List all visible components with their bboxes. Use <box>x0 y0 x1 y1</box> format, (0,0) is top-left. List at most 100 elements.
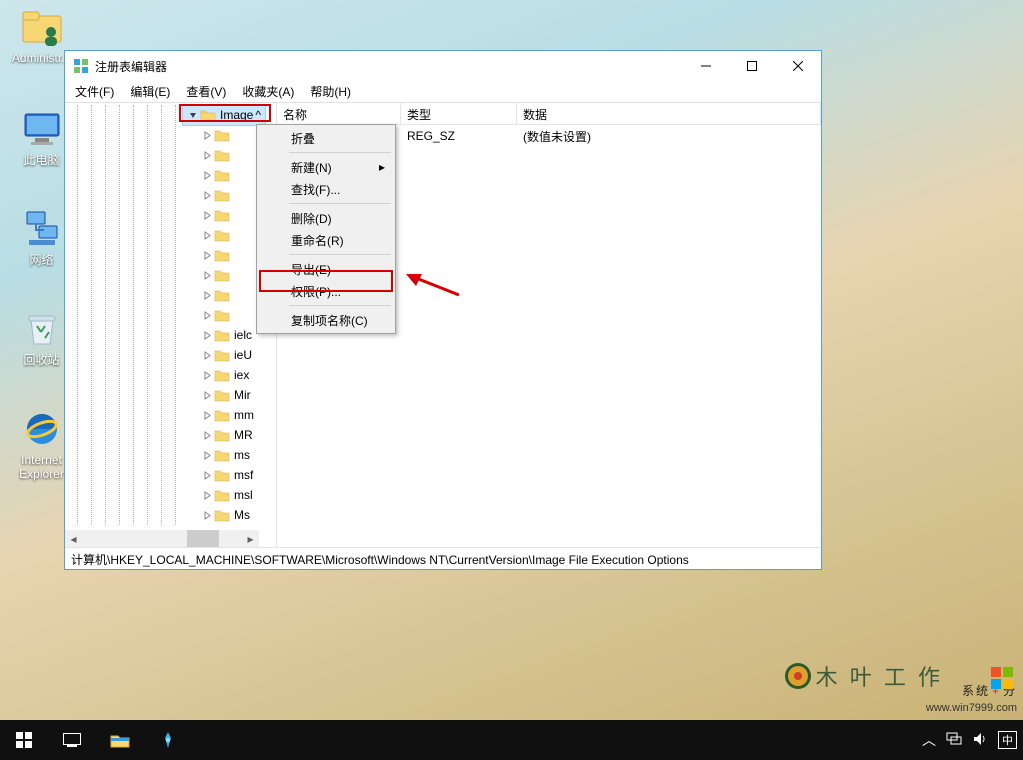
tree-item-label: iex <box>234 368 249 382</box>
expander-closed-icon[interactable] <box>201 429 213 441</box>
expander-closed-icon[interactable] <box>201 189 213 201</box>
menu-favorites[interactable]: 收藏夹(A) <box>234 81 302 102</box>
folder-icon <box>214 268 230 282</box>
tray-volume-icon[interactable] <box>972 732 988 749</box>
folder-icon <box>214 388 230 402</box>
context-menu-separator <box>289 152 391 153</box>
expander-closed-icon[interactable] <box>201 389 213 401</box>
scroll-left-button[interactable]: ◂ <box>65 530 82 547</box>
menubar: 文件(F) 编辑(E) 查看(V) 收藏夹(A) 帮助(H) <box>65 81 821 103</box>
taskbar-app[interactable] <box>144 720 192 760</box>
tree-item[interactable]: Mir <box>201 385 265 405</box>
tree-item[interactable]: ieU <box>201 345 265 365</box>
folder-icon <box>214 408 230 422</box>
expander-closed-icon[interactable] <box>201 449 213 461</box>
ie-icon <box>21 408 63 450</box>
tree-item[interactable]: Ms <box>201 505 265 525</box>
tree-item[interactable]: MR <box>201 425 265 445</box>
menu-edit[interactable]: 编辑(E) <box>122 81 178 102</box>
tray-chevron-up-icon[interactable]: ︿ <box>922 730 936 750</box>
ctx-collapse[interactable]: 折叠 <box>259 127 393 149</box>
context-menu: 折叠 新建(N)▸ 查找(F)... 删除(D) 重命名(R) 导出(E) 权限… <box>256 124 396 334</box>
tree-item[interactable]: mm <box>201 405 265 425</box>
start-button[interactable] <box>0 720 48 760</box>
expander-closed-icon[interactable] <box>201 129 213 141</box>
expander-closed-icon[interactable] <box>201 509 213 521</box>
expander-closed-icon[interactable] <box>201 489 213 501</box>
folder-icon <box>214 508 230 522</box>
scroll-right-button[interactable]: ▸ <box>242 530 259 547</box>
tree-item-label: mm <box>234 408 254 422</box>
folder-icon <box>214 228 230 242</box>
tree-item-selected[interactable]: Image ^ <box>183 105 265 125</box>
menu-file[interactable]: 文件(F) <box>67 81 122 102</box>
expander-closed-icon[interactable] <box>201 229 213 241</box>
tree-item[interactable]: iex <box>201 365 265 385</box>
menu-view[interactable]: 查看(V) <box>178 81 234 102</box>
folder-icon <box>214 128 230 142</box>
expander-closed-icon[interactable] <box>201 269 213 281</box>
tree-horizontal-scrollbar[interactable]: ◂ ▸ <box>65 530 259 547</box>
recycle-bin-icon <box>21 308 63 350</box>
folder-icon <box>214 328 230 342</box>
column-header-data[interactable]: 数据 <box>517 103 821 124</box>
expander-closed-icon[interactable] <box>201 149 213 161</box>
expander-closed-icon[interactable] <box>201 329 213 341</box>
tray-ime-icon[interactable]: 中 <box>998 731 1017 749</box>
titlebar[interactable]: 注册表编辑器 <box>65 51 821 81</box>
context-menu-separator <box>289 305 391 306</box>
expander-closed-icon[interactable] <box>201 169 213 181</box>
expander-closed-icon[interactable] <box>201 469 213 481</box>
monitor-icon <box>21 108 63 150</box>
expander-closed-icon[interactable] <box>201 289 213 301</box>
folder-icon <box>214 448 230 462</box>
network-icon <box>21 208 63 250</box>
ctx-rename[interactable]: 重命名(R) <box>259 229 393 251</box>
expander-closed-icon[interactable] <box>201 349 213 361</box>
tree-item[interactable]: msl <box>201 485 265 505</box>
close-button[interactable] <box>775 51 821 81</box>
tree-item[interactable]: ms <box>201 445 265 465</box>
column-header-type[interactable]: 类型 <box>401 103 517 124</box>
tree-item-label: Image <box>220 108 253 122</box>
tree-item-label: ms <box>234 448 250 462</box>
tree-item[interactable]: msf <box>201 465 265 485</box>
folder-icon <box>214 468 230 482</box>
ctx-copy-key-name[interactable]: 复制项名称(C) <box>259 309 393 331</box>
expander-closed-icon[interactable] <box>201 249 213 261</box>
tree-item-label: MR <box>234 428 253 442</box>
expander-closed-icon[interactable] <box>201 369 213 381</box>
ctx-delete[interactable]: 删除(D) <box>259 207 393 229</box>
task-view-button[interactable] <box>48 720 96 760</box>
scroll-thumb[interactable] <box>187 530 219 547</box>
system-tray[interactable]: ︿ 中 <box>916 720 1023 760</box>
watermark-url: www.win7999.com <box>926 702 1017 714</box>
minimize-button[interactable] <box>683 51 729 81</box>
ctx-permissions[interactable]: 权限(P)... <box>259 280 393 302</box>
taskbar: ︿ 中 <box>0 720 1023 760</box>
folder-icon <box>214 288 230 302</box>
truncation-indicator: ^ <box>255 108 261 122</box>
folder-icon <box>214 188 230 202</box>
taskbar-file-explorer[interactable] <box>96 720 144 760</box>
folder-icon <box>214 248 230 262</box>
expander-closed-icon[interactable] <box>201 209 213 221</box>
registry-editor-window: 注册表编辑器 文件(F) 编辑(E) 查看(V) 收藏夹(A) 帮助(H) <box>64 50 822 570</box>
scroll-track[interactable] <box>82 530 242 547</box>
column-header-name[interactable]: 名称 <box>277 103 401 124</box>
tree-item-label: ieU <box>234 348 252 362</box>
folder-icon <box>214 148 230 162</box>
context-menu-separator <box>289 203 391 204</box>
ctx-new[interactable]: 新建(N)▸ <box>259 156 393 178</box>
expander-closed-icon[interactable] <box>201 409 213 421</box>
expander-open-icon[interactable] <box>187 109 199 121</box>
menu-help[interactable]: 帮助(H) <box>302 81 359 102</box>
tray-network-icon[interactable] <box>946 732 962 749</box>
ctx-find[interactable]: 查找(F)... <box>259 178 393 200</box>
expander-closed-icon[interactable] <box>201 309 213 321</box>
tree-item-label: msf <box>234 468 253 482</box>
cell-data: (数值未设置) <box>517 128 597 145</box>
maximize-button[interactable] <box>729 51 775 81</box>
ctx-export[interactable]: 导出(E) <box>259 258 393 280</box>
registry-tree-pane[interactable]: Image ^ ielcieUiexMirmmMRmsmsfmslMs ◂ ▸ <box>65 103 277 547</box>
